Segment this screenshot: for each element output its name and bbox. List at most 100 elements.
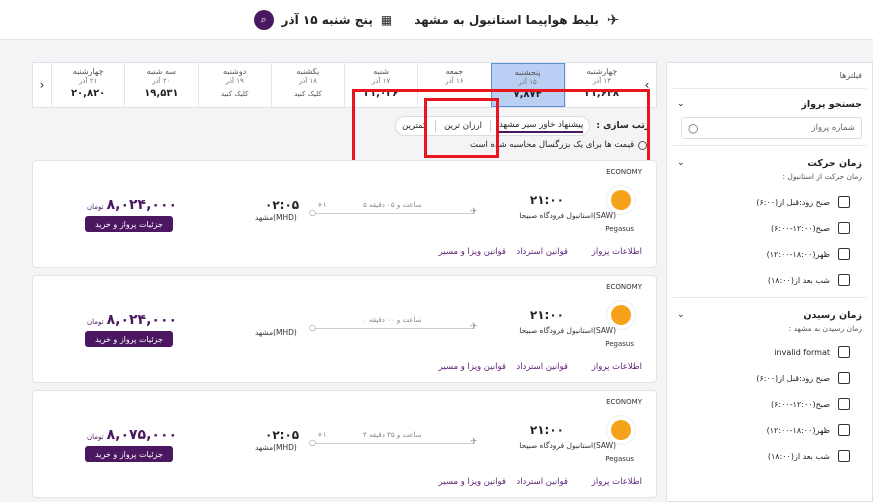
flight-info-link[interactable]: اطلاعات پرواز	[592, 477, 642, 487]
date-cell[interactable]: دوشنبه ۱۹ آذر کلیک کنید	[197, 63, 271, 107]
checkbox-icon[interactable]	[838, 372, 850, 384]
flight-card: ECONOMY Pegasus ۲۱:۰۰ استانبول فرودگاه ص…	[32, 160, 657, 268]
price-block: ۸,۰۷۵,۰۰۰ تومان	[87, 427, 177, 443]
date-date: ۲۱ آذر	[79, 77, 98, 85]
plane-icon: ✈	[470, 437, 478, 447]
chevron-down-icon: ⌄	[677, 310, 685, 320]
checkbox-icon[interactable]	[838, 196, 850, 208]
visa-rules-link[interactable]: قوانین ویزا و مسیر	[439, 247, 506, 257]
date-cell[interactable]: یکشنبه ۱۸ آذر کلیک کنید	[270, 63, 344, 107]
date-price: ۱۹,۵۳۱	[144, 88, 179, 99]
date-day: دوشنبه	[223, 67, 247, 76]
filter-checkbox[interactable]: صبح زود:قبل از(۶:۰۰)	[667, 365, 872, 391]
date-date: ۲۰ آذر	[152, 77, 171, 85]
date-day: پنجشنبه	[514, 68, 541, 77]
checkbox-icon[interactable]	[838, 222, 850, 234]
cabin-class: ECONOMY	[606, 168, 642, 176]
route-title: بلیط هواپیما استانبول به مشهد	[414, 12, 599, 27]
flight-info-link[interactable]: اطلاعات پرواز	[592, 362, 642, 372]
filter-checkbox[interactable]: شب بعد از(۱۸:۰۰)	[667, 443, 872, 469]
checkbox-icon[interactable]	[838, 424, 850, 436]
date-date: ۱۹ آذر	[225, 77, 244, 85]
filter-checkbox[interactable]: شب بعد از(۱۸:۰۰)	[667, 267, 872, 293]
refund-rules-link[interactable]: قوانین استرداد	[516, 362, 568, 372]
calendar-icon: ▦	[380, 12, 393, 27]
buy-button[interactable]: جزئیات پرواز و خرید	[85, 446, 173, 462]
arrival-time-section[interactable]: زمان رسیدن ⌄	[667, 306, 872, 324]
arrival-time: ۰۲:۰۵	[265, 198, 300, 212]
plane-icon: ✈	[470, 322, 478, 332]
filter-checkbox[interactable]: ظهر(۱۸:۰۰-۱۲:۰۰)	[667, 241, 872, 267]
arrival-airport: مشهد(MHD)	[255, 328, 297, 337]
visa-rules-link[interactable]: قوانین ویزا و مسیر	[439, 362, 506, 372]
checkbox-icon[interactable]	[838, 346, 850, 358]
date-date: ۱۶ آذر	[445, 77, 464, 85]
price-currency: تومان	[87, 433, 104, 441]
price-value: ۸,۰۲۴,۰۰۰	[106, 312, 178, 328]
checkbox-label: ظهر(۱۸:۰۰-۱۲:۰۰)	[766, 425, 830, 435]
price-currency: تومان	[87, 318, 104, 326]
date-cta: کلیک کنید	[220, 90, 249, 98]
top-bar: ✈ بلیط هواپیما استانبول به مشهد ▦ پنج شن…	[0, 0, 873, 40]
price-currency: تومان	[87, 203, 104, 211]
chevron-down-icon: ⌄	[677, 158, 685, 168]
flight-card: ECONOMY Pegasus ۲۱:۰۰ استانبول فرودگاه ص…	[32, 275, 657, 383]
divider	[673, 88, 866, 89]
date-cell[interactable]: چهارشنبه ۲۱ آذر ۲۰,۸۲۰	[51, 63, 124, 107]
date-date: ۱۸ آذر	[298, 77, 317, 85]
flight-duration: ۵ ساعت و ۰۵ دقیقه	[363, 201, 422, 209]
checkbox-icon[interactable]	[838, 274, 850, 286]
buy-button[interactable]: جزئیات پرواز و خرید	[85, 216, 173, 232]
refund-rules-link[interactable]: قوانین استرداد	[516, 477, 568, 487]
buy-button[interactable]: جزئیات پرواز و خرید	[85, 331, 173, 347]
filter-checkbox[interactable]: صبح(۱۲:۰۰-۶:۰۰)	[667, 391, 872, 417]
chevron-left-icon[interactable]: ‹	[33, 63, 51, 107]
departure-time-section[interactable]: زمان حرکت ⌄	[667, 154, 872, 172]
date-cta: کلیک کنید	[294, 90, 322, 98]
checkbox-icon[interactable]	[838, 248, 850, 260]
cabin-class: ECONOMY	[606, 283, 642, 291]
visa-rules-link[interactable]: قوانین ویزا و مسیر	[439, 477, 506, 487]
airline-name: Pegasus	[605, 225, 634, 233]
checkbox-label: صبح زود:قبل از(۶:۰۰)	[756, 373, 830, 383]
checkbox-icon[interactable]	[838, 398, 850, 410]
departure-time-title: زمان حرکت	[807, 157, 862, 169]
date-cell[interactable]: سه شنبه ۲۰ آذر ۱۹,۵۳۱	[124, 63, 197, 107]
arrival-time: ۰۲:۰۵	[265, 428, 300, 442]
departure-airport: استانبول فرودگاه صبیحا(SAW)	[519, 326, 616, 335]
filter-checkbox[interactable]: invalid format	[667, 339, 872, 365]
flight-info-link[interactable]: اطلاعات پرواز	[592, 247, 642, 257]
route-line	[315, 213, 475, 214]
date-day: شنبه	[373, 67, 390, 76]
filters-sidebar: فیلترها جستجو پرواز ⌄ شماره پرواز ○ زمان…	[666, 62, 873, 502]
dot-icon: ○	[309, 208, 316, 217]
departure-time: ۲۱:۰۰	[529, 308, 564, 322]
flight-duration: ۰ ساعت و ۰۰ دقیقه	[363, 316, 422, 324]
filter-checkbox[interactable]: ظهر(۱۸:۰۰-۱۲:۰۰)	[667, 417, 872, 443]
flight-search-section[interactable]: جستجو پرواز ⌄	[667, 95, 872, 113]
flight-number-placeholder: شماره پرواز	[811, 123, 855, 133]
checkbox-label: صبح زود:قبل از(۶:۰۰)	[756, 197, 830, 207]
date-price: ۲۰,۸۲۰	[70, 88, 106, 99]
departure-time-subtitle: زمان حرکت از استانبول :	[782, 172, 862, 181]
plane-icon: ✈	[606, 10, 620, 29]
airline-name: Pegasus	[605, 340, 634, 348]
cabin-class: ECONOMY	[606, 398, 642, 406]
search-icon: ○	[688, 121, 699, 135]
checkbox-icon[interactable]	[838, 450, 850, 462]
departure-time: ۲۱:۰۰	[529, 193, 564, 207]
chevron-down-icon: ⌄	[677, 99, 685, 109]
search-icon[interactable]: ⌕	[253, 9, 274, 30]
checkbox-label: صبح(۱۲:۰۰-۶:۰۰)	[771, 399, 830, 409]
price-block: ۸,۰۲۴,۰۰۰ تومان	[87, 197, 177, 213]
route-line	[315, 328, 475, 329]
day-offset: +۱	[317, 431, 327, 439]
filter-checkbox[interactable]: صبح زود:قبل از(۶:۰۰)	[667, 189, 872, 215]
divider	[673, 297, 866, 298]
filter-checkbox[interactable]: صبح(۱۲:۰۰-۶:۰۰)	[667, 215, 872, 241]
departure-airport: استانبول فرودگاه صبیحا(SAW)	[519, 211, 616, 220]
price-block: ۸,۰۲۴,۰۰۰ تومان	[87, 312, 177, 328]
flight-number-input[interactable]: شماره پرواز ○	[681, 117, 862, 139]
price-value: ۸,۰۲۴,۰۰۰	[106, 197, 178, 213]
refund-rules-link[interactable]: قوانین استرداد	[516, 247, 568, 257]
